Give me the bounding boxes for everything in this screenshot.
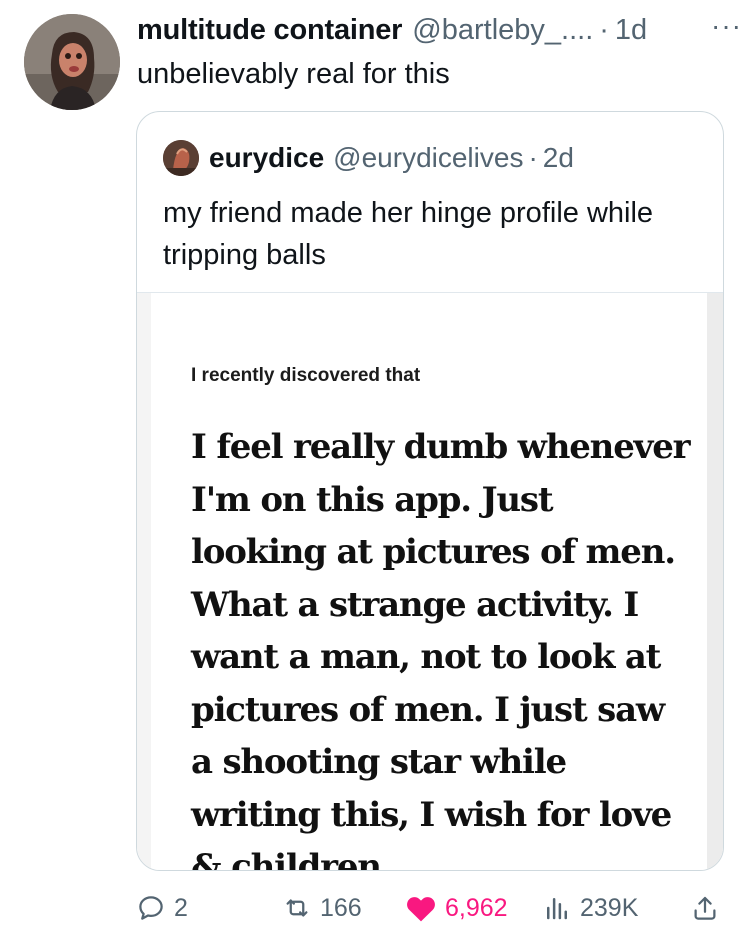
repost-icon [286,899,308,917]
quoted-timestamp[interactable]: 2d [543,142,574,174]
share-button[interactable] [690,893,720,923]
author-name[interactable]: multitude container [137,14,402,47]
reply-icon [139,896,163,920]
repost-count: 166 [320,893,362,922]
separator-dot: · [599,13,609,46]
author-avatar[interactable] [24,14,120,110]
quoted-author-handle[interactable]: @eurydicelives [333,142,523,174]
more-options-icon[interactable]: ··· [711,12,742,40]
quoted-tweet[interactable]: eurydice @eurydicelives · 2d my friend m… [136,111,724,871]
action-bar: 2 166 6,962 239K [130,888,730,928]
quoted-tweet-text: my friend made her hinge profile while t… [163,197,654,271]
share-icon [694,896,716,920]
quoted-media-image[interactable]: I recently discovered that I feel really… [137,292,723,871]
tweet-timestamp[interactable]: 1d [615,14,647,47]
heart-icon [407,897,435,922]
card-edge [707,293,723,870]
quoted-author-avatar[interactable] [163,140,199,176]
hinge-prompt-label: I recently discovered that [191,365,421,386]
views-chart-icon [547,898,567,920]
tweet-text: unbelievably real for this [137,58,450,90]
like-count: 6,962 [445,893,508,922]
like-button[interactable]: 6,962 [405,893,508,923]
hinge-prompt-card: I recently discovered that I feel really… [151,293,707,871]
view-count: 239K [580,893,639,922]
hinge-prompt-answer: I feel really dumb whenever I'm on this … [191,427,691,871]
reply-count: 2 [174,893,188,922]
quoted-separator-dot: · [528,142,538,173]
tweet-header: multitude container @bartleby_.... · 1d … [137,12,742,48]
quoted-author-name[interactable]: eurydice [209,142,324,174]
reply-button[interactable]: 2 [136,893,188,923]
quoted-tweet-header: eurydice @eurydicelives · 2d [163,140,574,176]
repost-button[interactable]: 166 [282,893,362,923]
author-handle[interactable]: @bartleby_.... [412,14,593,47]
views-button[interactable]: 239K [542,893,638,923]
